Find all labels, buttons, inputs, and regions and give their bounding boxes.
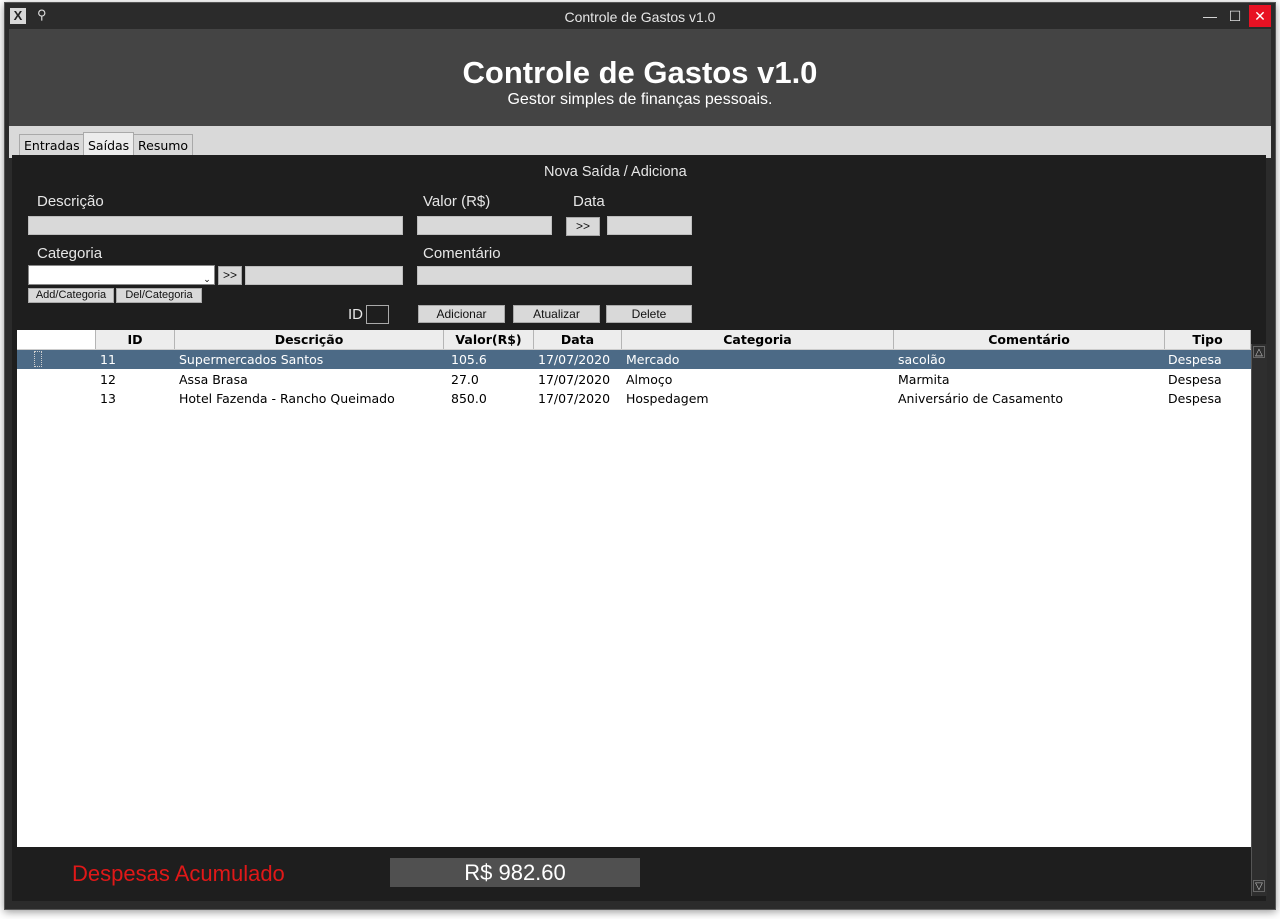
cell-id: 13	[100, 391, 116, 406]
despesas-acumulado-label: Despesas Acumulado	[72, 861, 285, 886]
cell-data: 17/07/2020	[538, 372, 611, 387]
form-section-title: Nova Saída / Adiciona	[544, 164, 687, 180]
cell-id: 12	[100, 372, 116, 387]
comentario-label: Comentário	[423, 245, 501, 262]
table-scrollbar[interactable]: △ ▽	[1251, 344, 1267, 896]
table-row[interactable]: 12 Assa Brasa 27.0 17/07/2020 Almoço Mar…	[17, 370, 1251, 389]
cell-tipo: Despesa	[1168, 391, 1222, 406]
despesas-total-value: R$ 982.60	[390, 858, 640, 887]
categoria-new-input[interactable]	[245, 266, 403, 285]
cell-comentario: Marmita	[898, 372, 950, 387]
column-header-tipo[interactable]: Tipo	[1164, 330, 1251, 349]
valor-input[interactable]	[417, 216, 552, 235]
categoria-label: Categoria	[37, 245, 103, 262]
saidas-table[interactable]: ID Descrição Valor(R$) Data Categoria Co…	[17, 330, 1251, 847]
cell-descricao: Assa Brasa	[179, 372, 248, 387]
adicionar-button[interactable]: Adicionar	[418, 305, 505, 323]
cell-descricao: Supermercados Santos	[179, 352, 324, 367]
data-input[interactable]	[607, 216, 692, 235]
delete-button[interactable]: Delete	[606, 305, 692, 323]
cell-categoria: Mercado	[626, 352, 680, 367]
scroll-up-icon[interactable]: △	[1253, 346, 1265, 358]
column-header-valor[interactable]: Valor(R$)	[443, 330, 534, 349]
header-subtitle: Gestor simples de finanças pessoais.	[507, 91, 773, 108]
totals-footer: Despesas Acumulado R$ 982.60	[12, 847, 1251, 901]
header-title: Controle de Gastos v1.0	[462, 55, 818, 90]
title-bar[interactable]: X ⚲ Controle de Gastos v1.0 — ☐ ✕	[5, 3, 1275, 31]
descricao-input[interactable]	[28, 216, 403, 235]
data-picker-button[interactable]: >>	[566, 217, 600, 236]
cell-comentario: Aniversário de Casamento	[898, 391, 1064, 406]
close-icon[interactable]: ✕	[1249, 5, 1271, 27]
table-header: ID Descrição Valor(R$) Data Categoria Co…	[17, 330, 1251, 350]
del-categoria-button[interactable]: Del/Categoria	[116, 288, 202, 303]
id-label: ID	[348, 306, 363, 323]
cell-valor: 850.0	[451, 391, 487, 406]
cell-descricao: Hotel Fazenda - Rancho Queimado	[179, 391, 395, 406]
cell-valor: 27.0	[451, 372, 479, 387]
cell-data: 17/07/2020	[538, 352, 611, 367]
column-header-data[interactable]: Data	[533, 330, 622, 349]
saidas-panel: Nova Saída / Adiciona Descrição Valor (R…	[12, 155, 1267, 901]
row-focus-indicator	[34, 351, 42, 367]
add-categoria-button[interactable]: Add/Categoria	[28, 288, 114, 303]
window-title: Controle de Gastos v1.0	[564, 9, 716, 25]
table-row[interactable]: 11 Supermercados Santos 105.6 17/07/2020…	[17, 350, 1251, 369]
cell-tipo: Despesa	[1168, 372, 1222, 387]
column-header-descricao[interactable]: Descrição	[174, 330, 444, 349]
categoria-select[interactable]: ⌄	[28, 265, 215, 285]
categoria-add-arrow-button[interactable]: >>	[218, 266, 242, 285]
maximize-icon[interactable]: ☐	[1224, 5, 1246, 27]
data-label: Data	[573, 193, 605, 210]
atualizar-button[interactable]: Atualizar	[513, 305, 600, 323]
column-header-id[interactable]: ID	[95, 330, 175, 349]
cell-tipo: Despesa	[1168, 352, 1222, 367]
comentario-input[interactable]	[417, 266, 692, 285]
app-header: Controle de Gastos v1.0 Gestor simples d…	[9, 29, 1271, 126]
table-row[interactable]: 13 Hotel Fazenda - Rancho Queimado 850.0…	[17, 389, 1251, 408]
cell-data: 17/07/2020	[538, 391, 611, 406]
scroll-down-icon[interactable]: ▽	[1253, 880, 1265, 892]
id-input[interactable]	[366, 305, 389, 324]
cell-categoria: Almoço	[626, 372, 673, 387]
cell-valor: 105.6	[451, 352, 487, 367]
column-header-comentario[interactable]: Comentário	[893, 330, 1165, 349]
minimize-icon[interactable]: —	[1199, 5, 1221, 27]
descricao-label: Descrição	[37, 193, 104, 210]
tab-strip: Entradas Saídas Resumo	[9, 126, 1271, 159]
cell-comentario: sacolão	[898, 352, 946, 367]
valor-label: Valor (R$)	[423, 193, 491, 210]
cell-id: 11	[100, 352, 116, 367]
chevron-down-icon[interactable]: ⌄	[201, 268, 213, 284]
cell-categoria: Hospedagem	[626, 391, 709, 406]
column-header-categoria[interactable]: Categoria	[621, 330, 894, 349]
